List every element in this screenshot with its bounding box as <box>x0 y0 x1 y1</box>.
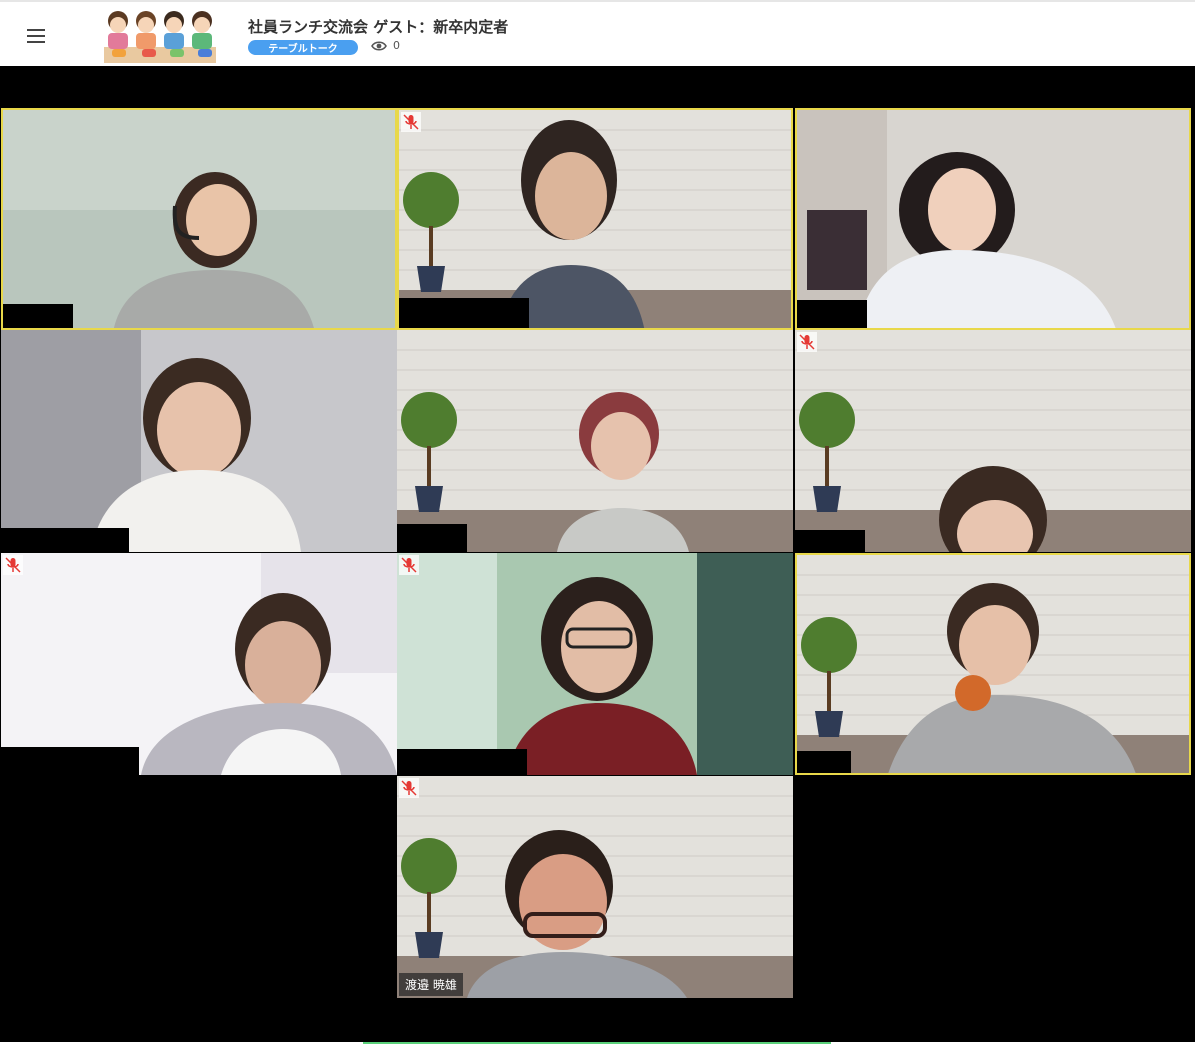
video-tile-5[interactable] <box>397 330 793 552</box>
redacted-name <box>3 304 73 328</box>
redacted-name <box>1 528 129 552</box>
muted-mic-icon <box>399 778 419 798</box>
menu-icon-bar <box>27 29 45 31</box>
view-counter: 0 <box>371 39 400 52</box>
video-tile-7[interactable] <box>1 553 397 775</box>
app-header: 社員ランチ交流会 ゲスト：新卒内定者 テーブルトーク 0 <box>0 0 1195 66</box>
video-tile-9[interactable] <box>795 553 1191 775</box>
table-talk-tag[interactable]: テーブルトーク <box>248 40 358 55</box>
lunch-illustration-logo <box>98 5 222 65</box>
hamburger-menu-button[interactable] <box>16 16 56 56</box>
redacted-name <box>795 530 865 552</box>
video-tile-8[interactable] <box>397 553 793 775</box>
redacted-name <box>1 747 139 775</box>
video-tile-3[interactable] <box>795 108 1191 330</box>
menu-icon-bar <box>27 41 45 43</box>
redacted-name <box>397 524 467 552</box>
muted-mic-icon <box>3 555 23 575</box>
video-tile-1[interactable] <box>1 108 397 330</box>
page-title: 社員ランチ交流会 ゲスト：新卒内定者 <box>248 18 509 36</box>
muted-mic-icon <box>797 332 817 352</box>
video-tile-10[interactable]: 渡邉 暁雄 <box>397 776 793 998</box>
redacted-name <box>397 749 527 775</box>
video-tile-2[interactable] <box>397 108 793 330</box>
muted-mic-icon <box>399 555 419 575</box>
menu-icon-bar <box>27 35 45 37</box>
muted-mic-icon <box>401 112 421 132</box>
video-stage: 渡邉 暁雄 <box>0 66 1195 1042</box>
redacted-name <box>797 751 851 773</box>
video-tile-4[interactable] <box>1 330 397 552</box>
participant-name-tag: 渡邉 暁雄 <box>399 973 463 996</box>
view-count: 0 <box>393 39 400 52</box>
redacted-name <box>399 298 529 328</box>
redacted-name <box>797 300 867 328</box>
eye-icon <box>371 40 387 51</box>
video-tile-6[interactable] <box>795 330 1191 552</box>
